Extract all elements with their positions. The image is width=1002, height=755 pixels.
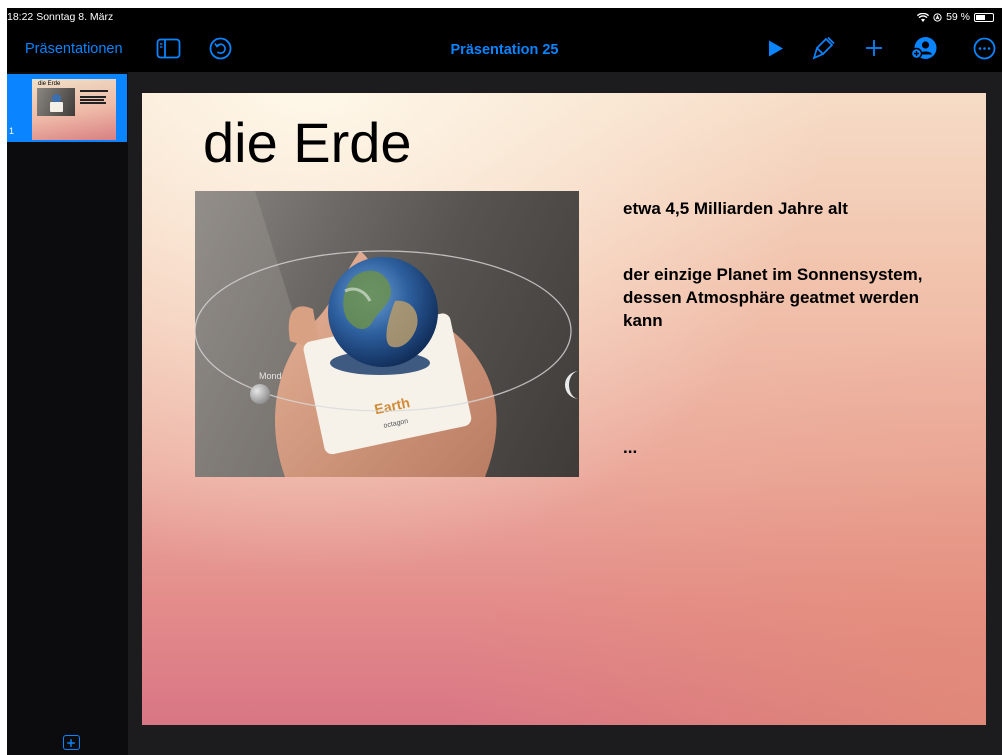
wifi-icon (917, 12, 930, 22)
location-icon (933, 12, 942, 22)
status-indicators: 59 % (917, 11, 994, 23)
moon-label: Mond (259, 371, 282, 381)
collaborate-icon[interactable] (911, 36, 938, 60)
sidebar-toggle-icon[interactable] (156, 38, 181, 59)
more-icon[interactable] (973, 37, 996, 60)
add-slide-plus-icon (67, 739, 75, 747)
plus-icon[interactable] (864, 38, 884, 58)
bullet-more[interactable]: ... (623, 436, 637, 459)
current-slide[interactable]: die Erde Earth octagon Mond etwa 4,5 Mil… (142, 93, 986, 725)
battery-icon (974, 12, 994, 22)
bullet-atmosphere[interactable]: der einzige Planet im Sonnensystem, dess… (623, 263, 923, 332)
thumbnail-title: die Erde (38, 81, 61, 87)
toolbar: Präsentationen (7, 28, 1002, 72)
battery-percent: 59 % (946, 11, 970, 23)
thumbnail-image (37, 88, 75, 116)
slide-image-ar-earth[interactable]: Earth octagon Mond (195, 191, 579, 477)
ar-earth-photo: Earth octagon Mond (195, 191, 579, 477)
slide-title[interactable]: die Erde (203, 115, 412, 171)
status-time-date: 18:22 Sonntag 8. März (7, 11, 114, 23)
play-icon[interactable] (767, 39, 785, 58)
add-slide-button[interactable] (63, 735, 80, 750)
paintbrush-icon[interactable] (812, 36, 836, 61)
slide-navigator: die Erde 1 (7, 72, 128, 755)
slide-thumbnail-selected[interactable]: die Erde 1 (7, 74, 127, 142)
back-presentations-button[interactable]: Präsentationen (25, 41, 123, 57)
slide-thumbnail-preview: die Erde (32, 79, 116, 140)
status-bar: 18:22 Sonntag 8. März 59 % (7, 8, 1002, 28)
undo-icon[interactable] (209, 37, 232, 60)
bullet-age[interactable]: etwa 4,5 Milliarden Jahre alt (623, 197, 848, 220)
slide-number: 1 (9, 126, 15, 136)
